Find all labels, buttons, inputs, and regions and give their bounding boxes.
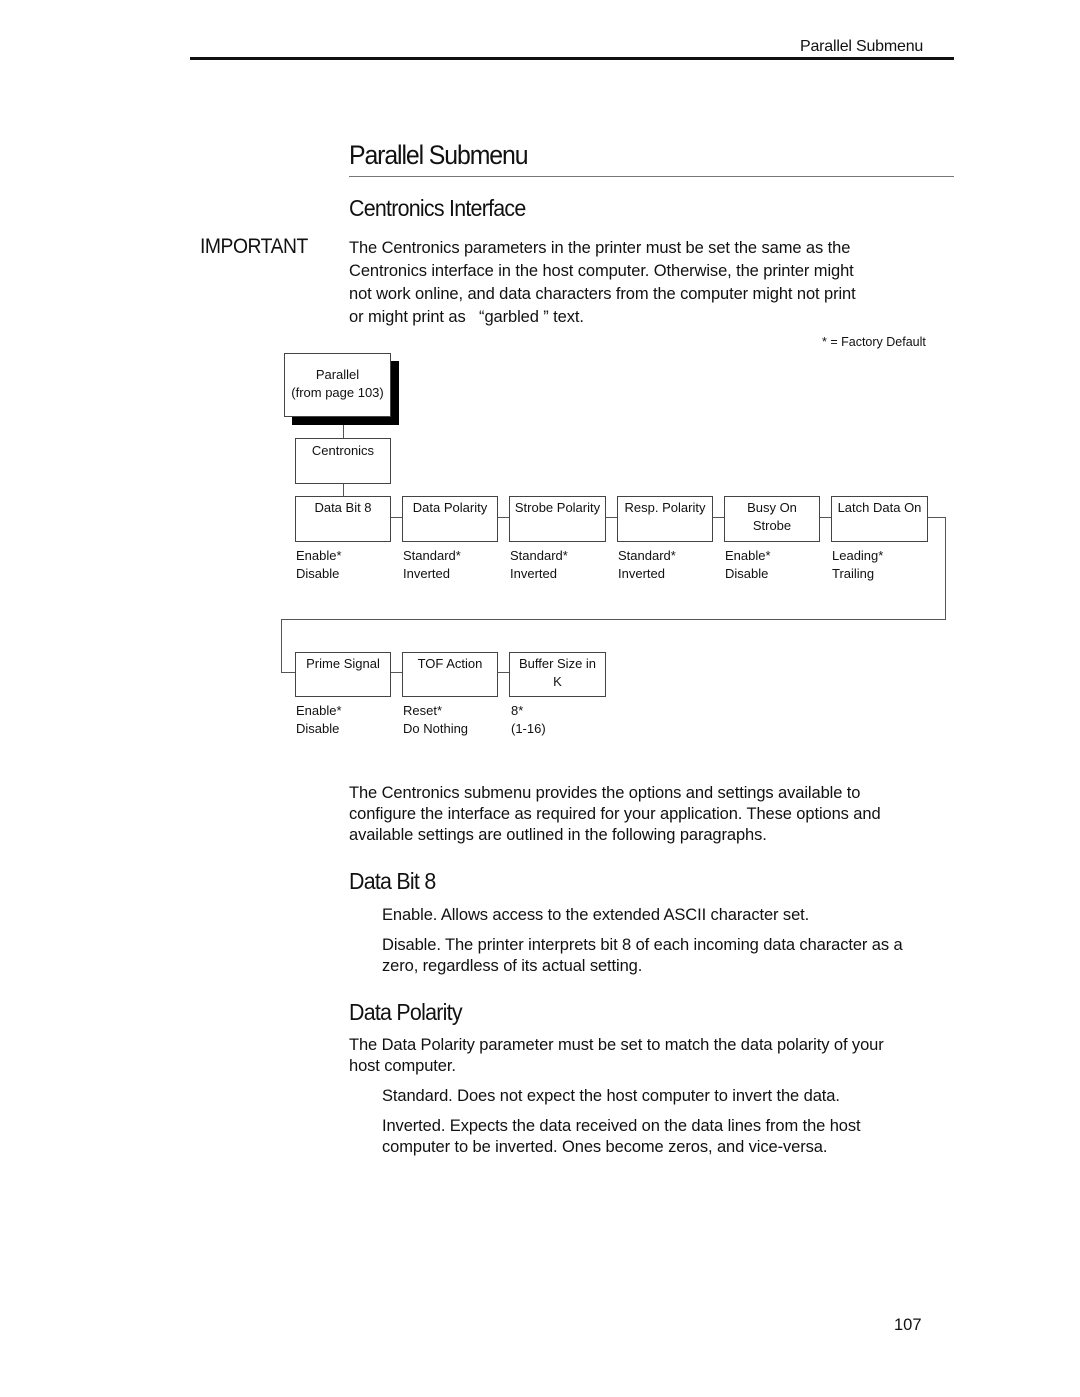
param-options: Enable* Disable [725, 547, 771, 583]
connector [391, 672, 402, 674]
option: Disable [296, 566, 340, 581]
param-label: Buffer Size in [518, 656, 597, 671]
connector [498, 517, 509, 519]
paragraph-line: Enable. Allows access to the extended AS… [382, 906, 810, 924]
param-label: Prime Signal [306, 656, 380, 671]
paragraph-line: Inverted. Expects the data received on t… [382, 1117, 861, 1135]
paragraph-line: zero, regardless of its actual setting. [382, 957, 643, 975]
option: Inverted [618, 566, 665, 581]
option-default: Leading* [832, 548, 884, 563]
submenu-label: Centronics [311, 443, 375, 458]
param-box-prime-signal: Prime Signal [295, 652, 391, 697]
param-label: K [553, 674, 562, 689]
option: Do Nothing [403, 721, 469, 736]
connector [713, 517, 724, 519]
paragraph-line: The Centronics submenu provides the opti… [349, 784, 861, 802]
param-options: Standard* Inverted [510, 547, 568, 583]
param-label: Data Polarity [412, 500, 488, 515]
param-label: Latch Data On [837, 500, 922, 515]
param-box-busy-on-strobe: Busy On Strobe [724, 496, 820, 542]
param-label: TOF Action [417, 656, 483, 671]
option: Inverted [510, 566, 557, 581]
param-box-buffer-size: Buffer Size in K [509, 652, 606, 697]
param-options: Standard* Inverted [618, 547, 676, 583]
menu-diagram: Parallel (from page 103) Centronics Data… [0, 0, 1080, 760]
option-default: Reset* [403, 703, 443, 718]
submenu-box-centronics: Centronics [295, 438, 391, 484]
root-box-label: Parallel [315, 367, 360, 382]
connector [498, 672, 509, 674]
option-default: 8* [511, 703, 524, 718]
intro-paragraph: The Centronics submenu provides the opti… [349, 783, 949, 846]
param-box-data-polarity: Data Polarity [402, 496, 498, 542]
option-default: Enable* [296, 548, 342, 563]
paragraph-line: available settings are outlined in the f… [349, 826, 767, 844]
paragraph-line: The Data Polarity parameter must be set … [349, 1036, 884, 1054]
connector [606, 517, 617, 519]
data-polarity-standard: Standard. Does not expect the host compu… [382, 1086, 962, 1107]
param-label: Strobe Polarity [514, 500, 601, 515]
connector [343, 425, 345, 439]
param-label: Busy On [747, 500, 797, 515]
option: Trailing [832, 566, 875, 581]
paragraph-line: configure the interface as required for … [349, 805, 881, 823]
param-label: Data Bit 8 [314, 500, 372, 515]
param-box-latch-data-on: Latch Data On [831, 496, 928, 542]
param-options: Enable* Disable [296, 702, 342, 738]
data-polarity-intro: The Data Polarity parameter must be set … [349, 1035, 949, 1077]
root-box: Parallel (from page 103) [284, 353, 391, 417]
param-label: Strobe [752, 518, 792, 533]
connector [391, 517, 402, 519]
connector [281, 619, 283, 673]
data-bit-8-enable: Enable. Allows access to the extended AS… [382, 905, 962, 926]
option-default: Standard* [510, 548, 568, 563]
data-bit-8-disable: Disable. The printer interprets bit 8 of… [382, 935, 962, 977]
heading-data-polarity: Data Polarity [349, 999, 463, 1025]
connector [945, 517, 947, 620]
option-default: Enable* [725, 548, 771, 563]
option: Disable [296, 721, 340, 736]
param-options: 8* (1-16) [511, 702, 546, 738]
param-box-data-bit-8: Data Bit 8 [295, 496, 391, 542]
option: Inverted [403, 566, 450, 581]
paragraph-line: Disable. The printer interprets bit 8 of… [382, 936, 903, 954]
option: Disable [725, 566, 769, 581]
root-box-sublabel: (from page 103) [291, 385, 384, 400]
option-default: Standard* [403, 548, 461, 563]
param-options: Enable* Disable [296, 547, 342, 583]
param-box-tof-action: TOF Action [402, 652, 498, 697]
option: (1-16) [511, 721, 546, 736]
data-polarity-inverted: Inverted. Expects the data received on t… [382, 1116, 962, 1158]
param-options: Standard* Inverted [403, 547, 461, 583]
connector [928, 517, 946, 519]
paragraph-line: host computer. [349, 1057, 456, 1075]
paragraph-line: computer to be inverted. Ones become zer… [382, 1138, 828, 1156]
option-default: Enable* [296, 703, 342, 718]
param-box-strobe-polarity: Strobe Polarity [509, 496, 606, 542]
option-default: Standard* [618, 548, 676, 563]
param-options: Reset* Do Nothing [403, 702, 468, 738]
param-label: Resp. Polarity [624, 500, 706, 515]
page-number: 107 [894, 1316, 922, 1334]
paragraph-line: Standard. Does not expect the host compu… [382, 1087, 840, 1105]
connector [281, 619, 946, 621]
param-box-resp-polarity: Resp. Polarity [617, 496, 713, 542]
connector [281, 672, 295, 674]
param-options: Leading* Trailing [832, 547, 883, 583]
heading-data-bit-8: Data Bit 8 [349, 868, 436, 894]
connector [820, 517, 831, 519]
